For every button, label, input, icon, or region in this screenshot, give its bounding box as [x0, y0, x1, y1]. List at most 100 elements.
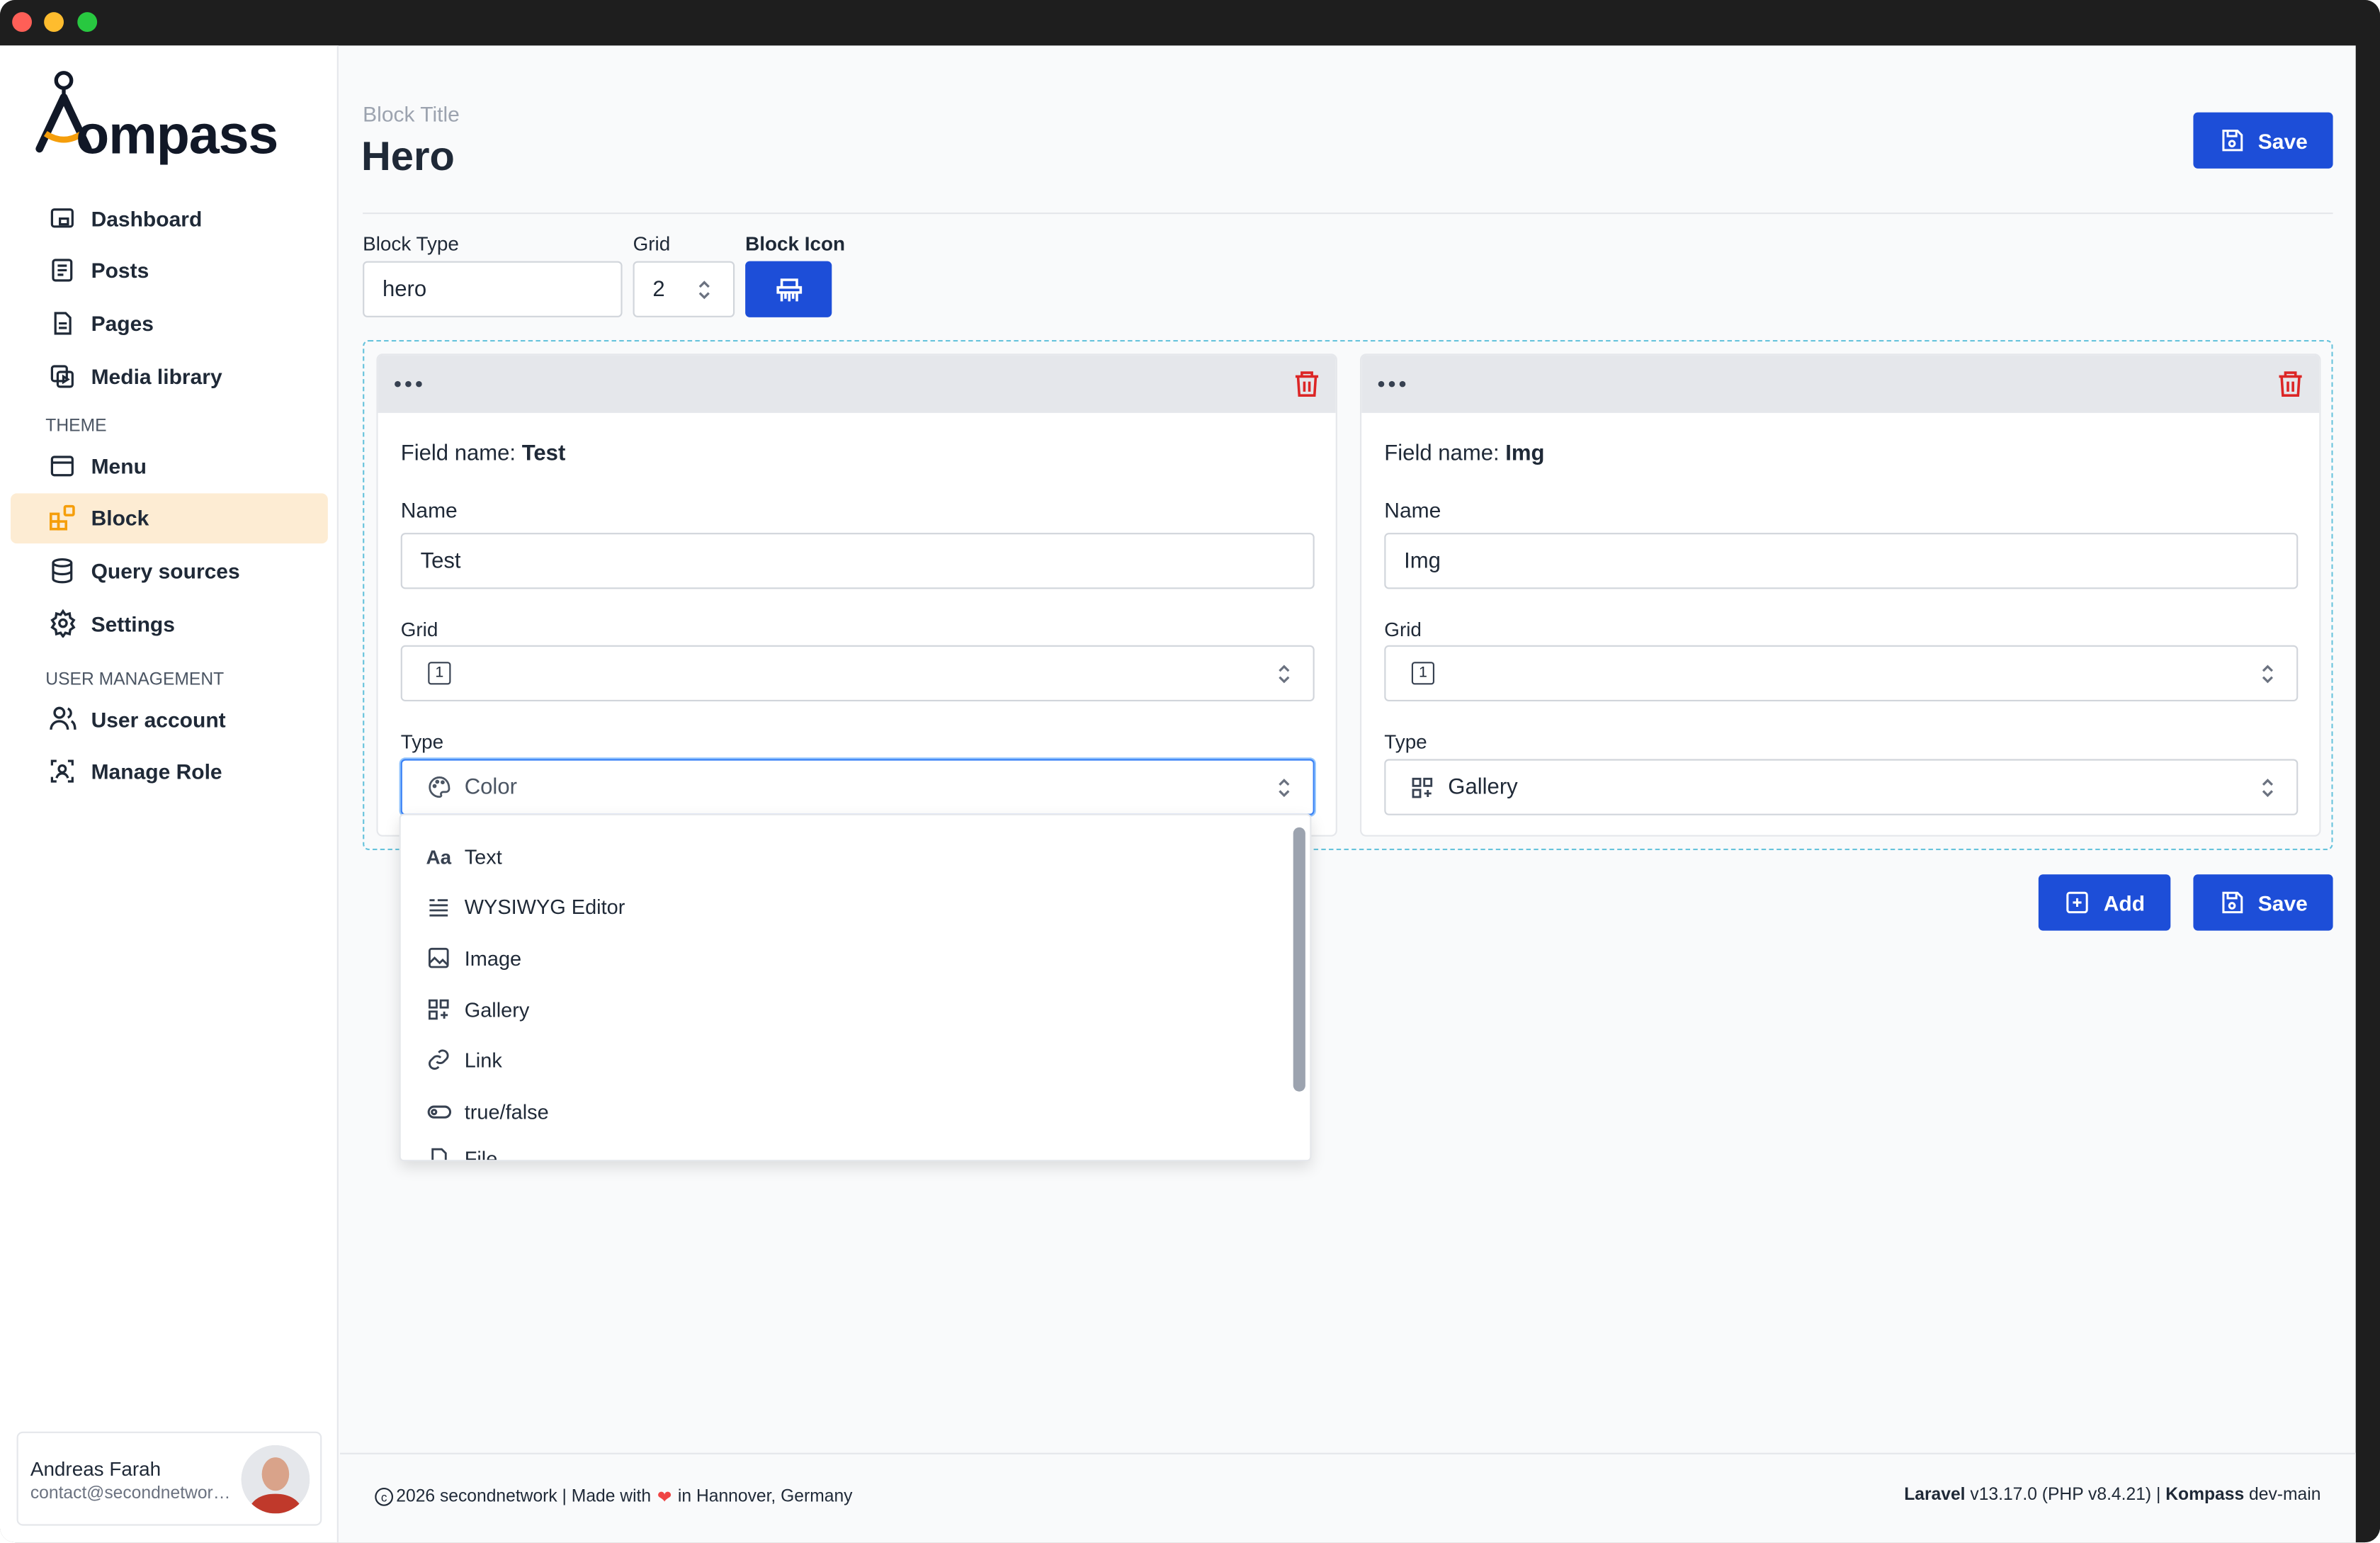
- type-option-file[interactable]: File: [425, 1143, 498, 1162]
- chevron-updown-icon: [1279, 664, 1290, 683]
- drag-handle-icon[interactable]: [393, 372, 424, 396]
- location-text: in Hannover, Germany: [677, 1488, 853, 1506]
- save-button-top[interactable]: Save: [2193, 112, 2333, 169]
- type-option-wysiwyg[interactable]: WYSIWYG Editor: [425, 891, 625, 922]
- sidebar-item-label: Settings: [91, 611, 175, 636]
- zoom-window-button[interactable]: [77, 12, 98, 32]
- database-icon: [47, 555, 77, 586]
- grid-stepper[interactable]: 2: [633, 261, 735, 317]
- kompass-logo[interactable]: ompass: [33, 67, 307, 166]
- type-option-gallery[interactable]: Gallery: [425, 995, 529, 1025]
- type-option-true-false[interactable]: true/false: [425, 1096, 549, 1126]
- user-profile-card[interactable]: Andreas Farah contact@secondnetwork.de: [16, 1431, 322, 1526]
- field-card-header: [1361, 355, 2320, 413]
- type-value: Color: [464, 774, 517, 800]
- sidebar-item-label: Pages: [91, 311, 154, 336]
- main-content: Block Title Hero Save Block Type hero Gr…: [340, 45, 2356, 1543]
- sidebar-item-media-library[interactable]: Media library: [11, 351, 328, 401]
- user-email: contact@secondnetwork.de: [30, 1484, 232, 1503]
- grid-label: Grid: [633, 232, 671, 255]
- field-card-test: Field name: Test Name Test Grid 1 Type C…: [376, 354, 1337, 837]
- type-option-link[interactable]: Link: [425, 1044, 502, 1075]
- menu-icon: [47, 450, 77, 480]
- trash-icon[interactable]: [2275, 369, 2306, 400]
- sidebar-item-pages[interactable]: Pages: [11, 298, 328, 349]
- editor-icon: [425, 893, 453, 920]
- sidebar-item-user-account[interactable]: User account: [11, 694, 328, 745]
- avatar[interactable]: [241, 1445, 310, 1514]
- media-library-icon: [47, 361, 77, 391]
- option-label: WYSIWYG Editor: [464, 895, 625, 918]
- sidebar-item-menu[interactable]: Menu: [11, 441, 328, 491]
- sidebar-item-label: Block: [91, 506, 149, 531]
- sidebar-item-label: Dashboard: [91, 205, 203, 230]
- chevron-updown-icon: [698, 280, 710, 299]
- pages-icon: [47, 308, 77, 339]
- window-titlebar: [0, 0, 2380, 46]
- logo-wordmark: ompass: [76, 103, 278, 166]
- save-label: Save: [2257, 128, 2308, 153]
- type-value: Gallery: [1448, 774, 1518, 800]
- block-title-label: Block Title: [363, 101, 460, 126]
- role-icon: [47, 757, 77, 787]
- theme-heading: THEME: [45, 417, 107, 436]
- block-icon: [47, 503, 77, 533]
- trash-icon[interactable]: [1292, 369, 1322, 400]
- sidebar-item-manage-role[interactable]: Manage Role: [11, 747, 328, 797]
- type-select[interactable]: Gallery: [1384, 759, 2299, 815]
- sidebar-item-label: Manage Role: [91, 759, 222, 784]
- option-label: true/false: [464, 1100, 549, 1123]
- palette-icon: [425, 774, 453, 801]
- page-title: Hero: [361, 133, 455, 179]
- text-format-icon: Aa: [426, 844, 452, 868]
- fields-dropzone: Field name: Test Name Test Grid 1 Type C…: [363, 340, 2333, 850]
- name-value: Img: [1404, 548, 1441, 573]
- sidebar-item-label: User account: [91, 706, 226, 732]
- grid-label: Grid: [1384, 618, 1422, 641]
- type-option-image[interactable]: Image: [425, 943, 521, 973]
- grid-select[interactable]: 1: [1384, 645, 2299, 701]
- option-label: File: [464, 1146, 498, 1162]
- block-type-input[interactable]: hero: [363, 261, 623, 317]
- name-input[interactable]: Test: [400, 533, 1315, 589]
- gear-icon: [47, 608, 77, 638]
- image-icon: [425, 944, 453, 972]
- grid-select[interactable]: 1: [400, 645, 1315, 701]
- type-label: Type: [400, 730, 444, 753]
- sidebar-item-settings[interactable]: Settings: [11, 599, 328, 649]
- field-name-prefix: Field name:: [1384, 441, 1506, 466]
- sidebar-item-label: Media library: [91, 363, 222, 388]
- field-name-heading: Field name: Img: [1384, 442, 1544, 466]
- name-input[interactable]: Img: [1384, 533, 2299, 589]
- grid-value: 2: [652, 277, 665, 302]
- gallery-icon: [425, 996, 453, 1024]
- sidebar-item-query-sources[interactable]: Query sources: [11, 546, 328, 596]
- dashboard-icon: [47, 203, 77, 233]
- window-edge: [2355, 45, 2380, 1543]
- file-icon: [425, 1145, 453, 1160]
- block-icon-button[interactable]: [745, 261, 832, 317]
- block-icon-label: Block Icon: [745, 232, 846, 255]
- type-select[interactable]: Color: [400, 759, 1315, 815]
- close-window-button[interactable]: [12, 12, 32, 32]
- minimize-window-button[interactable]: [44, 12, 64, 32]
- sidebar-item-block[interactable]: Block: [11, 492, 328, 543]
- field-name-heading: Field name: Test: [401, 442, 566, 466]
- name-label: Name: [400, 497, 458, 523]
- option-label: Text: [464, 844, 502, 868]
- field-name-value: Img: [1505, 441, 1545, 466]
- drag-handle-icon[interactable]: [1377, 372, 1407, 396]
- sidebar-item-posts[interactable]: Posts: [11, 245, 328, 295]
- type-option-text[interactable]: Aa Text: [425, 841, 502, 871]
- save-button-bottom[interactable]: Save: [2193, 874, 2333, 931]
- users-icon: [47, 703, 77, 734]
- shredder-icon: [776, 278, 802, 301]
- add-field-button[interactable]: Add: [2038, 874, 2171, 931]
- user-management-heading: USER MANAGEMENT: [45, 671, 225, 690]
- window-content: ompass Dashboard Posts Pages Media libra…: [0, 45, 2356, 1543]
- type-label: Type: [1384, 730, 1427, 753]
- save-icon: [2218, 127, 2246, 154]
- dropdown-scrollbar[interactable]: [1293, 827, 1305, 1092]
- sidebar-item-dashboard[interactable]: Dashboard: [11, 193, 328, 243]
- user-name: Andreas Farah: [30, 1457, 162, 1481]
